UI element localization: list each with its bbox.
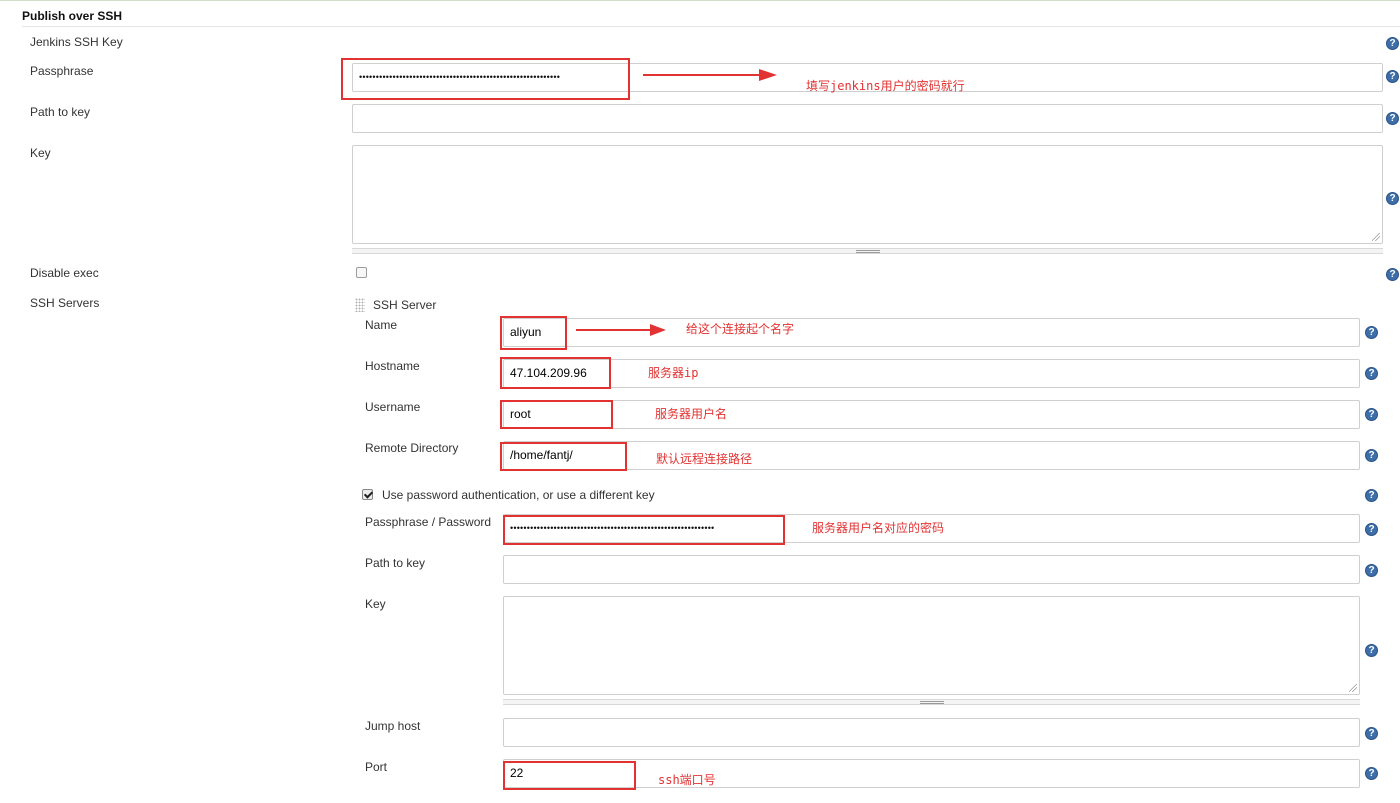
port-label: Port xyxy=(365,760,388,774)
password-label: Passphrase / Password xyxy=(365,515,492,529)
help-icon[interactable]: ? xyxy=(1365,523,1378,536)
section-title: Publish over SSH xyxy=(22,9,123,23)
server-key-resize-grip[interactable] xyxy=(503,699,1360,705)
help-icon[interactable]: ? xyxy=(1365,644,1378,657)
grip-icon xyxy=(919,701,944,704)
help-icon[interactable]: ? xyxy=(1386,70,1399,83)
disable-exec-label: Disable exec xyxy=(30,266,99,280)
hostname-input[interactable]: 47.104.209.96 xyxy=(503,359,1360,388)
key-textarea[interactable] xyxy=(352,145,1383,244)
port-input[interactable]: 22 xyxy=(503,759,1360,788)
help-icon[interactable]: ? xyxy=(1365,727,1378,740)
remote-directory-label: Remote Directory xyxy=(365,441,459,455)
server-name-label: Name xyxy=(365,318,398,332)
ssh-servers-label: SSH Servers xyxy=(30,296,100,310)
path-to-key-input[interactable] xyxy=(352,104,1383,133)
username-label: Username xyxy=(365,400,421,414)
username-input[interactable]: root xyxy=(503,400,1360,429)
server-path-to-key-input[interactable] xyxy=(503,555,1360,584)
top-divider xyxy=(0,0,1400,4)
help-icon[interactable]: ? xyxy=(1365,449,1378,462)
key-resize-grip[interactable] xyxy=(352,248,1383,254)
use-password-label: Use password authentication, or use a di… xyxy=(382,488,655,502)
help-icon[interactable]: ? xyxy=(1386,192,1399,205)
jump-host-input[interactable] xyxy=(503,718,1360,747)
arrow-icon xyxy=(576,324,666,336)
section-divider xyxy=(22,26,1400,27)
annotation-name: 给这个连接起个名字 xyxy=(686,322,795,336)
help-icon[interactable]: ? xyxy=(1365,408,1378,421)
jenkins-ssh-key-label: Jenkins SSH Key xyxy=(30,35,123,49)
passphrase-label: Passphrase xyxy=(30,64,94,78)
key-label: Key xyxy=(30,146,51,160)
help-icon[interactable]: ? xyxy=(1365,326,1378,339)
use-password-checkbox[interactable] xyxy=(362,489,373,500)
help-icon[interactable]: ? xyxy=(1365,767,1378,780)
help-icon[interactable]: ? xyxy=(1365,367,1378,380)
server-path-to-key-label: Path to key xyxy=(365,556,426,570)
resize-handle-icon[interactable] xyxy=(1372,233,1380,241)
disable-exec-checkbox[interactable] xyxy=(356,267,367,278)
hostname-label: Hostname xyxy=(365,359,420,373)
annotation-passphrase: 填写jenkins用户的密码就行 xyxy=(806,79,965,93)
annotation-username: 服务器用户名 xyxy=(655,407,728,421)
server-key-textarea[interactable] xyxy=(503,596,1360,695)
help-icon[interactable]: ? xyxy=(1386,112,1399,125)
resize-handle-icon[interactable] xyxy=(1349,684,1357,692)
help-icon[interactable]: ? xyxy=(1386,268,1399,281)
path-to-key-label: Path to key xyxy=(30,105,91,119)
help-icon[interactable]: ? xyxy=(1386,37,1399,50)
ssh-server-header: SSH Server xyxy=(373,298,437,312)
help-icon[interactable]: ? xyxy=(1365,489,1378,502)
remote-directory-input[interactable]: /home/fantj/ xyxy=(503,441,1360,470)
annotation-hostname: 服务器ip xyxy=(648,366,699,380)
help-icon[interactable]: ? xyxy=(1365,564,1378,577)
grip-icon xyxy=(855,250,880,253)
jump-host-label: Jump host xyxy=(365,719,421,733)
annotation-port: ssh端口号 xyxy=(658,773,716,787)
arrow-icon xyxy=(643,69,777,81)
server-key-label: Key xyxy=(365,597,386,611)
annotation-password: 服务器用户名对应的密码 xyxy=(812,521,945,535)
drag-handle-icon[interactable] xyxy=(355,298,365,312)
annotation-remote-directory: 默认远程连接路径 xyxy=(656,452,753,466)
